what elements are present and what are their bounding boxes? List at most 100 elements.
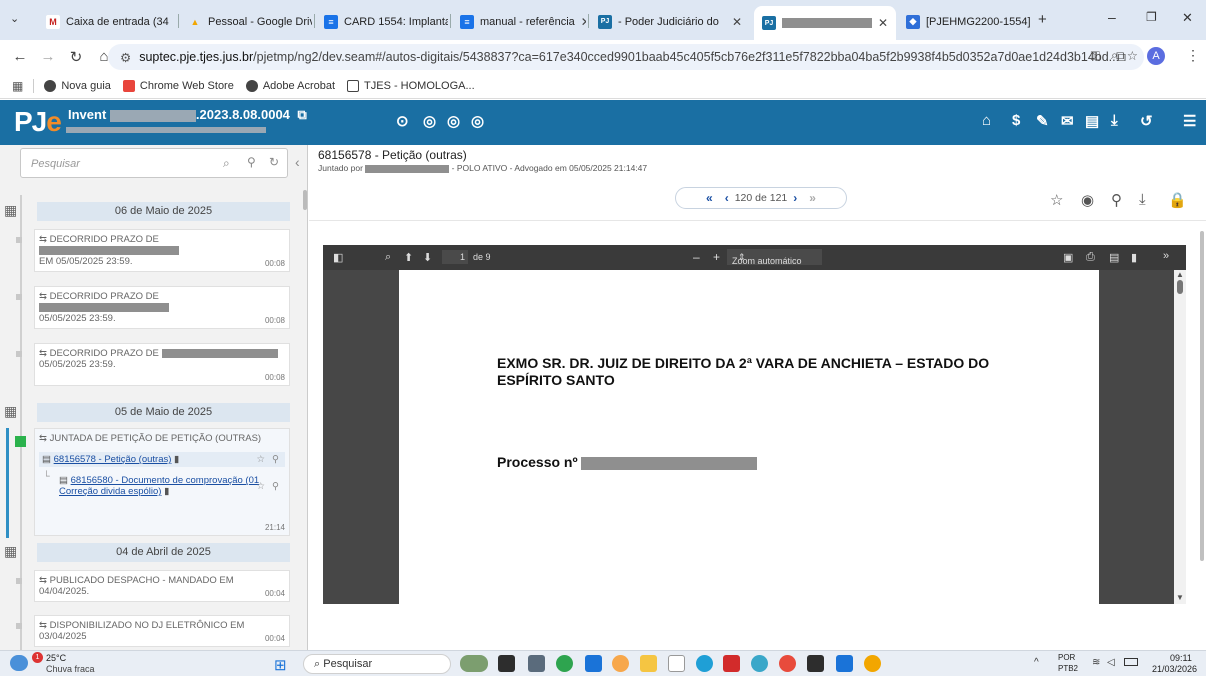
tab-search-chevron-icon[interactable]: ⌄ (10, 12, 19, 25)
tab-google-drive[interactable]: ▲Pessoal - Google Driv✕ (180, 7, 312, 36)
mail-icon[interactable]: ✉ (1061, 112, 1074, 130)
volume-app-icon[interactable] (807, 655, 824, 672)
scroll-up-icon[interactable]: ▲ (1176, 270, 1184, 279)
close-icon[interactable]: ✕ (169, 15, 176, 29)
calculator-icon[interactable] (528, 655, 545, 672)
wifi-icon[interactable]: ≋ (1092, 657, 1100, 668)
filter-icon[interactable]: ⚲ (247, 155, 256, 169)
site-info-icon[interactable]: ⚙ (120, 50, 131, 65)
pdf-scrollbar[interactable]: ▲ ▼ (1174, 270, 1186, 604)
bookmark-tjes[interactable]: TJES - HOMOLOGA... (347, 79, 475, 92)
sidebar-toggle-icon[interactable]: ◧ (333, 251, 343, 264)
clock-time[interactable]: 09:11 (1170, 653, 1192, 663)
timeline-item-selected[interactable]: ⇆ JUNTADA DE PETIÇÃO DE PETIÇÃO (OUTRAS)… (34, 428, 290, 536)
lock-icon[interactable]: 🔒 (1168, 191, 1187, 209)
trash-icon[interactable]: ▮ (174, 454, 179, 465)
star-icon[interactable]: ☆ (256, 481, 265, 492)
next-page-icon[interactable]: ⬇ (423, 251, 432, 264)
timeline-item[interactable]: ⇆ DECORRIDO PRAZO DE 05/05/2025 23:59. 0… (34, 343, 290, 386)
menu-icon[interactable]: ☰ (1183, 112, 1196, 130)
bookmark-adobe-acrobat[interactable]: Adobe Acrobat (245, 79, 335, 92)
pje-logo[interactable]: PJe (14, 106, 62, 138)
pin-icon[interactable]: ⚲ (272, 481, 279, 492)
dollar-icon[interactable]: $ (1012, 112, 1020, 129)
tab-gmail[interactable]: MCaixa de entrada (34✕ (38, 7, 176, 36)
chrome-canary-icon[interactable] (864, 655, 881, 672)
search-icon[interactable]: ⌕ (223, 156, 230, 171)
bookmark-star-icon[interactable]: ☆ (1127, 48, 1138, 63)
bookmark-nova-guia[interactable]: Nova guia (44, 79, 111, 92)
forward-icon[interactable]: → (34, 48, 62, 65)
save-icon[interactable]: ▤ (1109, 251, 1119, 264)
document-entry[interactable]: └ ▤ 68156580 - Documento de comprovação … (39, 471, 285, 497)
timeline-item[interactable]: ⇆ PUBLICADO DESPACHO - MANDADO EM 04/04/… (34, 570, 290, 602)
maximize-icon[interactable]: ❐ (1146, 10, 1157, 24)
refresh-icon[interactable]: ↻ (269, 155, 279, 169)
star-icon[interactable]: ☆ (1050, 191, 1063, 209)
info-icon[interactable]: ◉ (1081, 191, 1094, 209)
tray-chevron-icon[interactable]: ^ (1034, 657, 1039, 668)
download-icon[interactable]: ⤓ (1111, 112, 1118, 129)
file-explorer-icon[interactable] (640, 655, 657, 672)
timeline-search-input[interactable]: Pesquisar ⌕ ⚲ ↻ (20, 148, 288, 178)
zoom-in-icon[interactable]: + (713, 250, 720, 264)
password-key-icon[interactable]: ⚿ (1090, 49, 1100, 64)
pin-icon[interactable]: ⚲ (1111, 191, 1122, 209)
back-icon[interactable]: ← (6, 48, 34, 65)
widgets-icon[interactable] (460, 655, 488, 672)
taskbar-search[interactable]: ⌕ Pesquisar (303, 654, 451, 674)
tab-pjehmg[interactable]: ◆[PJEHMG2200-1554]✕ (898, 7, 1030, 36)
badge-icon[interactable]: ◎ (423, 112, 436, 130)
copilot-icon[interactable] (612, 655, 629, 672)
address-bar[interactable]: ⚙ suptec.pje.tjes.jus.br/pjetmp/ng2/dev.… (108, 44, 1144, 70)
panel-scrollbar[interactable] (303, 190, 307, 210)
copy-icon[interactable]: ⧉ (298, 107, 307, 122)
pin-icon[interactable]: ⚲ (272, 454, 279, 465)
trash-icon[interactable]: ▮ (164, 486, 169, 497)
history-icon[interactable]: ↺ (1140, 112, 1153, 130)
search-icon[interactable]: ⌕ (385, 251, 391, 264)
tab-poder-judiciario[interactable]: PJ - Poder Judiciário do ✕ (590, 7, 750, 36)
document-entry[interactable]: ▤ 68156578 - Petição (outras) ▮ ☆ ⚲ (39, 452, 285, 467)
notepad-icon[interactable] (668, 655, 685, 672)
download-icon[interactable]: ⤓ (1139, 191, 1146, 208)
menu-kebab-icon[interactable]: ⋮ (1186, 47, 1200, 64)
tab-card-1554[interactable]: ≡CARD 1554: Implanta✕ (316, 7, 448, 36)
language-indicator[interactable]: POR (1058, 653, 1075, 662)
close-icon[interactable]: ✕ (575, 15, 586, 29)
edge-icon[interactable] (696, 655, 713, 672)
badge-icon[interactable]: ◎ (471, 112, 484, 130)
print-icon[interactable]: ⎙ (1086, 251, 1095, 264)
volume-icon[interactable]: ◁ (1107, 657, 1115, 668)
store-icon[interactable] (585, 655, 602, 672)
zoom-select[interactable]: Zoom automático ⇕ (727, 249, 822, 266)
badge-icon[interactable]: ◎ (447, 112, 460, 130)
task-view-icon[interactable] (498, 655, 515, 672)
profile-avatar[interactable]: A (1147, 47, 1165, 65)
prev-page-icon[interactable]: ⬆ (404, 251, 413, 264)
clock-date[interactable]: 21/03/2026 (1152, 664, 1197, 674)
star-icon[interactable]: ☆ (256, 454, 265, 465)
battery-icon[interactable] (1124, 658, 1138, 666)
close-icon[interactable]: ✕ (726, 15, 742, 29)
chrome-icon[interactable] (779, 655, 796, 672)
app-icon[interactable] (751, 655, 768, 672)
chrome-icon[interactable] (556, 655, 573, 672)
first-page-icon[interactable]: « (706, 191, 713, 205)
bookmark-chrome-web-store[interactable]: Chrome Web Store (122, 79, 234, 92)
process-number[interactable]: Invent .2023.8.08.0004 ⧉ (68, 107, 307, 123)
scroll-thumb[interactable] (1177, 280, 1183, 294)
home-icon[interactable]: ⌂ (982, 112, 991, 129)
weather-icon[interactable] (10, 655, 28, 671)
tab-pje-active[interactable]: PJ ✕ (754, 6, 896, 40)
collapse-panel-icon[interactable]: ‹ (295, 154, 300, 170)
document-scrollbar[interactable] (1200, 231, 1204, 561)
minimize-icon[interactable]: – (1108, 9, 1116, 25)
bookmark-icon[interactable]: ▮ (1131, 251, 1137, 264)
tab-manual[interactable]: ≡ manual - referência ✕ (452, 7, 586, 36)
tools-chevron-icon[interactable]: » (1163, 250, 1169, 262)
acrobat-icon[interactable] (723, 655, 740, 672)
apps-grid-icon[interactable]: ▦ (12, 79, 23, 93)
timeline-item[interactable]: ⇆ DECORRIDO PRAZO DE EM 05/05/2025 23:59… (34, 229, 290, 272)
scroll-down-icon[interactable]: ▼ (1176, 593, 1184, 602)
